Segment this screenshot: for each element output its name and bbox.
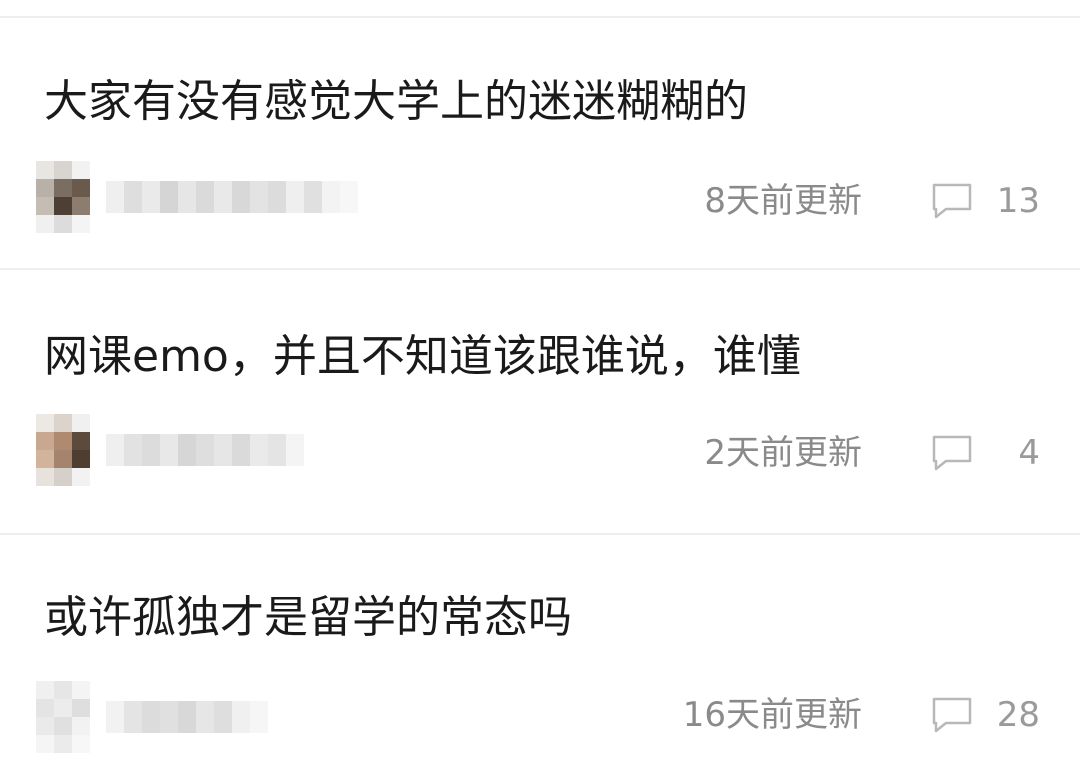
post-item[interactable]: 或许孤独才是留学的常态吗 16天前更新 28 xyxy=(0,535,1080,781)
update-time: 2天前更新 xyxy=(704,433,862,473)
post-title[interactable]: 大家有没有感觉大学上的迷迷糊糊的 xyxy=(44,75,748,129)
author-name-blurred[interactable] xyxy=(106,434,304,466)
comment-bubble-icon[interactable] xyxy=(930,181,974,221)
post-item[interactable]: 网课emo，并且不知道该跟谁说，谁懂 2天前更新 4 xyxy=(0,270,1080,533)
avatar[interactable] xyxy=(36,414,90,486)
post-title[interactable]: 或许孤独才是留学的常态吗 xyxy=(44,591,572,645)
comment-count: 28 xyxy=(996,695,1040,735)
update-time: 8天前更新 xyxy=(704,181,862,221)
comment-count: 4 xyxy=(1018,433,1040,473)
update-time: 16天前更新 xyxy=(682,695,862,735)
comment-bubble-icon[interactable] xyxy=(930,695,974,735)
author-name-blurred[interactable] xyxy=(106,181,358,213)
post-item[interactable]: 大家有没有感觉大学上的迷迷糊糊的 8天前更新 13 xyxy=(0,18,1080,268)
comment-count: 13 xyxy=(996,181,1040,221)
post-title[interactable]: 网课emo，并且不知道该跟谁说，谁懂 xyxy=(44,330,801,384)
comment-bubble-icon[interactable] xyxy=(930,433,974,473)
avatar[interactable] xyxy=(36,161,90,233)
avatar[interactable] xyxy=(36,681,90,753)
author-name-blurred[interactable] xyxy=(106,701,268,733)
